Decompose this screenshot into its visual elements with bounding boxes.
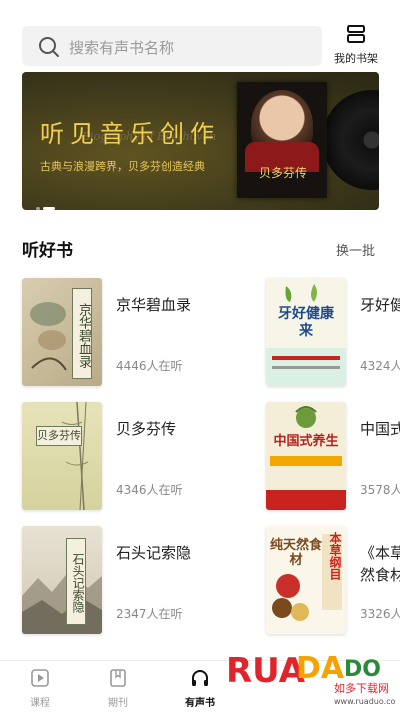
search-icon — [39, 37, 59, 57]
book-title[interactable]: 牙好健 — [360, 294, 400, 315]
tab-journals[interactable]: 期刊 — [88, 668, 148, 709]
book-title[interactable]: 贝多芬传 — [116, 418, 176, 439]
book-title[interactable]: 石头记索隐 — [116, 542, 191, 563]
my-shelf-button[interactable]: 我的书架 — [330, 24, 382, 66]
svg-text:www.ruaduo.com: www.ruaduo.com — [334, 697, 396, 706]
pagination-dot — [36, 207, 40, 210]
refresh-button[interactable]: 换一批 — [336, 240, 375, 259]
banner-cover-title: 贝多芬传 — [259, 166, 308, 180]
cover-art — [22, 570, 102, 634]
book-cover[interactable]: 本草纲目 纯天然食材 — [266, 526, 346, 634]
search-placeholder: 搜索有声书名称 — [69, 39, 175, 57]
svg-text:DO: DO — [344, 657, 381, 682]
site-watermark-logo: RUA DA DO 如多下载网 www.ruaduo.com — [226, 651, 396, 706]
svg-text:RUA: RUA — [226, 651, 306, 691]
book-cover[interactable]: 贝多芬传 — [22, 402, 102, 510]
book-listeners: 2347人在听 — [116, 607, 183, 621]
search-input[interactable]: 搜索有声书名称 — [22, 26, 322, 66]
headphones-icon — [192, 670, 208, 686]
svg-text:DA: DA — [296, 651, 345, 686]
book-listeners: 4446人在听 — [116, 359, 183, 373]
book-cover-label: 中国式养生 — [273, 434, 339, 449]
promo-banner[interactable]: Biography of Beethoven 听见音乐创作 古典与浪漫跨界，贝多… — [22, 72, 379, 210]
tab-audiobooks[interactable]: 有声书 — [170, 668, 230, 709]
book-cover[interactable]: 京华碧血录 — [22, 278, 102, 386]
tab-label: 有声书 — [185, 698, 215, 709]
pagination-dot-active — [43, 207, 55, 210]
book-cover-label: 石头记索隐 — [66, 538, 86, 625]
bookmark-icon — [110, 669, 126, 687]
book-title-line2: 然食材 — [360, 566, 400, 584]
tab-courses[interactable]: 课程 — [10, 668, 70, 709]
bookshelf-icon — [347, 25, 365, 43]
book-cover-label: 牙好健康来 — [278, 306, 334, 339]
vinyl-record-image — [322, 90, 379, 190]
book-listeners: 4346人在听 — [116, 483, 183, 497]
book-title[interactable]: 《本草 — [360, 542, 400, 563]
book-title[interactable]: 中国式 — [360, 418, 400, 439]
banner-pagination — [36, 198, 58, 210]
cover-art — [61, 402, 89, 510]
banner-subtitle: 古典与浪漫跨界，贝多芬创造经典 — [40, 160, 205, 173]
my-shelf-label: 我的书架 — [334, 52, 378, 65]
book-listeners: 3326人 — [360, 607, 400, 621]
book-title[interactable]: 京华碧血录 — [116, 294, 191, 315]
section-title: 听好书 — [22, 241, 73, 261]
play-square-icon — [31, 669, 49, 687]
svg-text:如多下载网: 如多下载网 — [334, 681, 389, 695]
tab-label: 期刊 — [108, 698, 128, 709]
book-cover-label: 贝多芬传 — [36, 426, 82, 446]
book-cover-label: 本草纲目 — [328, 532, 342, 580]
book-listeners: 3578人 — [360, 483, 400, 497]
book-cover[interactable]: 石头记索隐 — [22, 526, 102, 634]
book-cover-sublabel: 纯天然食材 — [270, 538, 323, 568]
beethoven-cover-image: 贝多芬传 — [237, 82, 327, 198]
book-cover[interactable]: 中国式养生 — [266, 402, 346, 510]
tab-label: 课程 — [30, 698, 50, 709]
book-cover-label: 京华碧血录 — [72, 288, 92, 379]
cover-art — [266, 406, 346, 510]
book-cover[interactable]: 牙好健康来 — [266, 278, 346, 386]
book-listeners: 4324人 — [360, 359, 400, 373]
banner-title: 听见音乐创作 — [40, 120, 220, 148]
